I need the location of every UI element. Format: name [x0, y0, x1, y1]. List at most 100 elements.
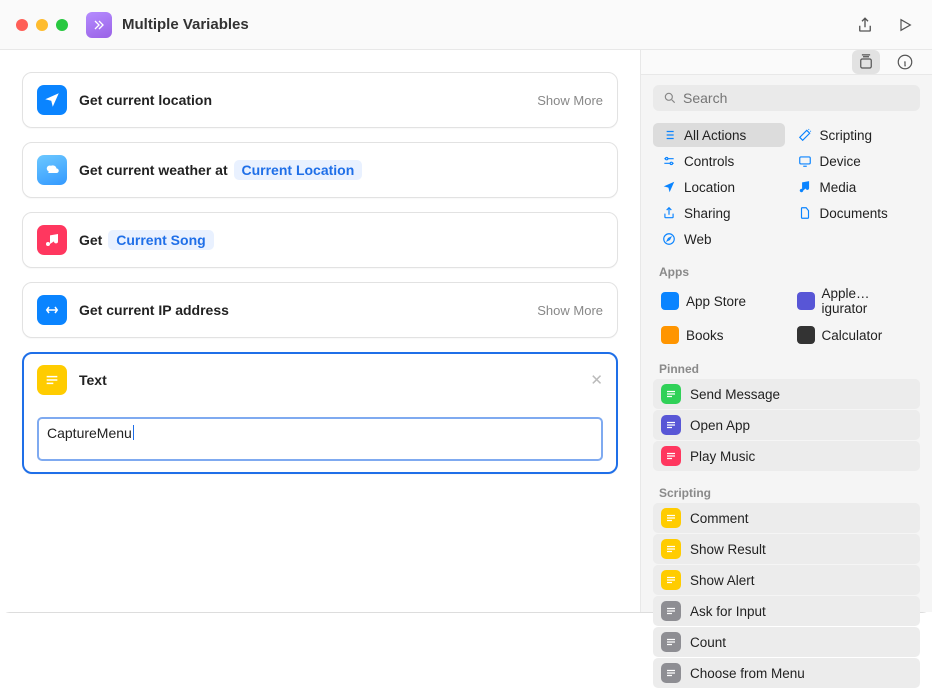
action-icon — [661, 570, 681, 590]
category-label: Sharing — [684, 206, 731, 221]
category-documents[interactable]: Documents — [789, 201, 921, 225]
action-get-ip[interactable]: Get current IP address Show More — [22, 282, 618, 338]
search-icon — [663, 91, 677, 105]
section-header: Scripting — [641, 480, 932, 503]
row-label: Apple…igurator — [822, 286, 913, 316]
category-controls[interactable]: Controls — [653, 149, 785, 173]
app-icon — [661, 326, 679, 344]
row-label: Open App — [690, 418, 750, 433]
text-icon — [37, 365, 67, 395]
action-title: Get current weather at Current Location — [79, 162, 362, 178]
action-ask-for-input[interactable]: Ask for Input — [653, 596, 920, 626]
app-books[interactable]: Books — [653, 322, 785, 348]
variable-token[interactable]: Current Song — [108, 230, 213, 250]
action-comment[interactable]: Comment — [653, 503, 920, 533]
remove-action-button[interactable]: ✕ — [590, 371, 603, 389]
category-label: Device — [820, 154, 861, 169]
share-button[interactable] — [854, 14, 876, 36]
share-icon — [661, 205, 677, 221]
action-title: Get Current Song — [79, 232, 214, 248]
show-more-button[interactable]: Show More — [537, 93, 603, 108]
action-get-location[interactable]: Get current location Show More — [22, 72, 618, 128]
row-label: Choose from Menu — [690, 666, 805, 681]
category-sharing[interactable]: Sharing — [653, 201, 785, 225]
row-label: App Store — [686, 294, 746, 309]
action-icon — [661, 663, 681, 683]
close-window-button[interactable] — [16, 19, 28, 31]
window-controls — [16, 19, 68, 31]
library-sidebar: All Actions Scripting Controls Device Locati… — [640, 50, 932, 612]
library-toggle-button[interactable] — [852, 50, 880, 74]
app-calculator[interactable]: Calculator — [789, 322, 921, 348]
text-input[interactable]: CaptureMenu — [37, 417, 603, 461]
action-show-alert[interactable]: Show Alert — [653, 565, 920, 595]
action-text[interactable]: Text ✕ CaptureMenu — [22, 352, 618, 474]
safari-icon — [661, 231, 677, 247]
action-icon — [661, 539, 681, 559]
category-label: Media — [820, 180, 857, 195]
category-web[interactable]: Web — [653, 227, 785, 251]
app-icon — [86, 12, 112, 38]
action-get-weather[interactable]: Get current weather at Current Location — [22, 142, 618, 198]
app-apple-igurator[interactable]: Apple…igurator — [789, 282, 921, 320]
show-more-button[interactable]: Show More — [537, 303, 603, 318]
fullscreen-window-button[interactable] — [56, 19, 68, 31]
row-label: Comment — [690, 511, 749, 526]
variable-token[interactable]: Current Location — [234, 160, 363, 180]
category-label: Controls — [684, 154, 734, 169]
category-scripting[interactable]: Scripting — [789, 123, 921, 147]
app-icon — [661, 292, 679, 310]
action-send-message[interactable]: Send Message — [653, 379, 920, 409]
action-icon — [661, 632, 681, 652]
search-field[interactable] — [653, 85, 920, 111]
location-icon — [37, 85, 67, 115]
action-icon — [661, 508, 681, 528]
category-label: Web — [684, 232, 712, 247]
category-all-actions[interactable]: All Actions — [653, 123, 785, 147]
action-get-song[interactable]: Get Current Song — [22, 212, 618, 268]
search-input[interactable] — [683, 90, 910, 106]
row-label: Play Music — [690, 449, 755, 464]
app-icon — [797, 326, 815, 344]
category-grid: All Actions Scripting Controls Device Locati… — [641, 121, 932, 259]
action-show-result[interactable]: Show Result — [653, 534, 920, 564]
category-media[interactable]: Media — [789, 175, 921, 199]
action-icon — [661, 384, 681, 404]
titlebar: Multiple Variables — [0, 0, 932, 50]
network-icon — [37, 295, 67, 325]
window-title: Multiple Variables — [122, 16, 854, 33]
action-play-music[interactable]: Play Music — [653, 441, 920, 471]
category-label: Documents — [820, 206, 888, 221]
app-app-store[interactable]: App Store — [653, 282, 785, 320]
action-title: Get current location — [79, 92, 212, 108]
action-title: Text — [79, 372, 107, 388]
action-icon — [661, 601, 681, 621]
action-count[interactable]: Count — [653, 627, 920, 657]
note-icon — [797, 179, 813, 195]
row-label: Send Message — [690, 387, 780, 402]
list-icon — [661, 127, 677, 143]
action-choose-from-menu[interactable]: Choose from Menu — [653, 658, 920, 688]
info-button[interactable] — [894, 51, 916, 73]
category-device[interactable]: Device — [789, 149, 921, 173]
row-label: Calculator — [822, 328, 883, 343]
category-location[interactable]: Location — [653, 175, 785, 199]
run-button[interactable] — [894, 14, 916, 36]
display-icon — [797, 153, 813, 169]
wand-icon — [797, 127, 813, 143]
section-header: Apps — [641, 259, 932, 282]
row-label: Count — [690, 635, 726, 650]
slider-icon — [661, 153, 677, 169]
weather-icon — [37, 155, 67, 185]
doc-icon — [797, 205, 813, 221]
app-icon — [797, 292, 815, 310]
row-label: Show Result — [690, 542, 766, 557]
action-title: Get current IP address — [79, 302, 229, 318]
row-label: Books — [686, 328, 724, 343]
workflow-editor[interactable]: Get current location Show More Get curre… — [0, 50, 640, 612]
minimize-window-button[interactable] — [36, 19, 48, 31]
nav-icon — [661, 179, 677, 195]
action-icon — [661, 446, 681, 466]
action-open-app[interactable]: Open App — [653, 410, 920, 440]
category-label: All Actions — [684, 128, 746, 143]
